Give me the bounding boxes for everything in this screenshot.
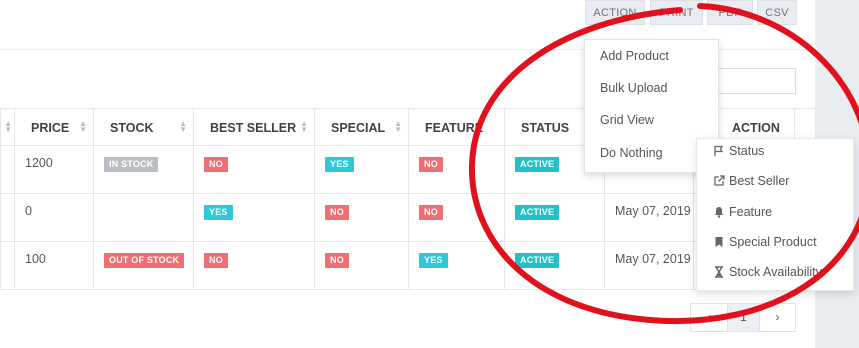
best-seller-cell: YES <box>193 193 315 242</box>
special-cell: NO <box>314 193 409 242</box>
sort-icon: ▲▼ <box>4 119 12 134</box>
flag-icon <box>714 145 724 156</box>
sort-icon: ▲▼ <box>79 119 87 134</box>
stock-cell <box>93 193 194 242</box>
hourglass-icon <box>715 266 723 278</box>
column-header-prev[interactable]: ▲ ▼ <box>0 108 15 146</box>
menu-item-add-product[interactable]: Add Product <box>600 49 669 63</box>
status-badge[interactable]: ACTIVE <box>515 253 560 268</box>
pagination-page-1[interactable]: 1 <box>727 303 760 332</box>
column-header-special[interactable]: SPECIAL ▲ ▼ <box>314 108 409 146</box>
best-seller-badge[interactable]: NO <box>204 157 228 172</box>
best-seller-badge[interactable]: NO <box>204 253 228 268</box>
stock-badge: IN STOCK <box>104 157 159 172</box>
column-label: ACTION <box>732 121 780 135</box>
pdf-button[interactable]: PDF <box>707 0 753 25</box>
external-link-icon <box>714 175 725 186</box>
feature-cell: NO <box>408 193 505 242</box>
column-header-stock[interactable]: STOCK ▲ ▼ <box>93 108 194 146</box>
menu-item-bulk-upload[interactable]: Bulk Upload <box>600 81 667 95</box>
column-label: SPECIAL <box>331 121 386 135</box>
table-row: 0 YES NO NO ACTIVE May 07, 2019 <box>0 193 816 242</box>
search-input[interactable] <box>714 68 796 94</box>
column-label: PRICE <box>31 121 70 135</box>
column-header-price[interactable]: PRICE ▲ ▼ <box>14 108 94 146</box>
csv-button[interactable]: CSV <box>757 0 797 25</box>
special-badge[interactable]: NO <box>325 253 349 268</box>
column-header-feature[interactable]: FEATURE <box>408 108 505 146</box>
bell-icon <box>714 207 724 218</box>
feature-cell: YES <box>408 241 505 290</box>
sort-icon: ▲▼ <box>179 119 187 134</box>
stock-cell: IN STOCK <box>93 145 194 194</box>
bookmark-icon <box>715 237 723 247</box>
special-badge[interactable]: NO <box>325 205 349 220</box>
action-button[interactable]: ACTION <box>585 0 645 25</box>
column-label: STATUS <box>521 121 570 135</box>
feature-cell: NO <box>408 145 505 194</box>
status-cell: ACTIVE <box>504 193 605 242</box>
feature-badge[interactable]: NO <box>419 205 443 220</box>
special-cell: NO <box>314 241 409 290</box>
best-seller-cell: NO <box>193 145 315 194</box>
price-cell: 100 <box>14 241 94 290</box>
date-cell: May 07, 2019 <box>604 241 694 290</box>
special-badge[interactable]: YES <box>325 157 354 172</box>
submenu-item-special-product[interactable]: Special Product <box>713 235 817 249</box>
column-header-best-seller[interactable]: BEST SELLER ▲ ▼ <box>193 108 315 146</box>
table-row: 100 OUT OF STOCK NO NO YES ACTIVE May 07… <box>0 241 816 290</box>
special-cell: YES <box>314 145 409 194</box>
pagination-next-button[interactable]: › <box>759 303 796 332</box>
print-button[interactable]: PRINT <box>650 0 703 25</box>
status-badge[interactable]: ACTIVE <box>515 205 560 220</box>
menu-item-grid-view[interactable]: Grid View <box>600 113 654 127</box>
column-label: FEATURE <box>425 121 484 135</box>
best-seller-badge[interactable]: YES <box>204 205 233 220</box>
submenu-item-best-seller[interactable]: Best Seller <box>713 174 789 188</box>
column-label: BEST SELLER <box>210 121 297 135</box>
submenu-item-feature[interactable]: Feature <box>713 205 772 219</box>
feature-badge[interactable]: NO <box>419 157 443 172</box>
price-cell: 0 <box>14 193 94 242</box>
feature-badge[interactable]: YES <box>419 253 448 268</box>
submenu-item-stock-availability[interactable]: Stock Availability <box>713 265 822 279</box>
best-seller-cell: NO <box>193 241 315 290</box>
price-cell: 1200 <box>14 145 94 194</box>
sort-icon: ▲▼ <box>300 119 308 134</box>
stock-badge: OUT OF STOCK <box>104 253 185 268</box>
date-cell: May 07, 2019 <box>604 193 694 242</box>
do-nothing-submenu: Status Best Seller Feature Special Produ… <box>696 138 854 291</box>
status-badge[interactable]: ACTIVE <box>515 157 560 172</box>
stock-cell: OUT OF STOCK <box>93 241 194 290</box>
submenu-item-status[interactable]: Status <box>713 144 764 158</box>
menu-item-do-nothing[interactable]: Do Nothing <box>600 146 663 160</box>
status-cell: ACTIVE <box>504 241 605 290</box>
pagination-prev-button[interactable]: ‹ <box>690 303 728 332</box>
column-label: STOCK <box>110 121 154 135</box>
sort-icon: ▲▼ <box>394 119 402 134</box>
